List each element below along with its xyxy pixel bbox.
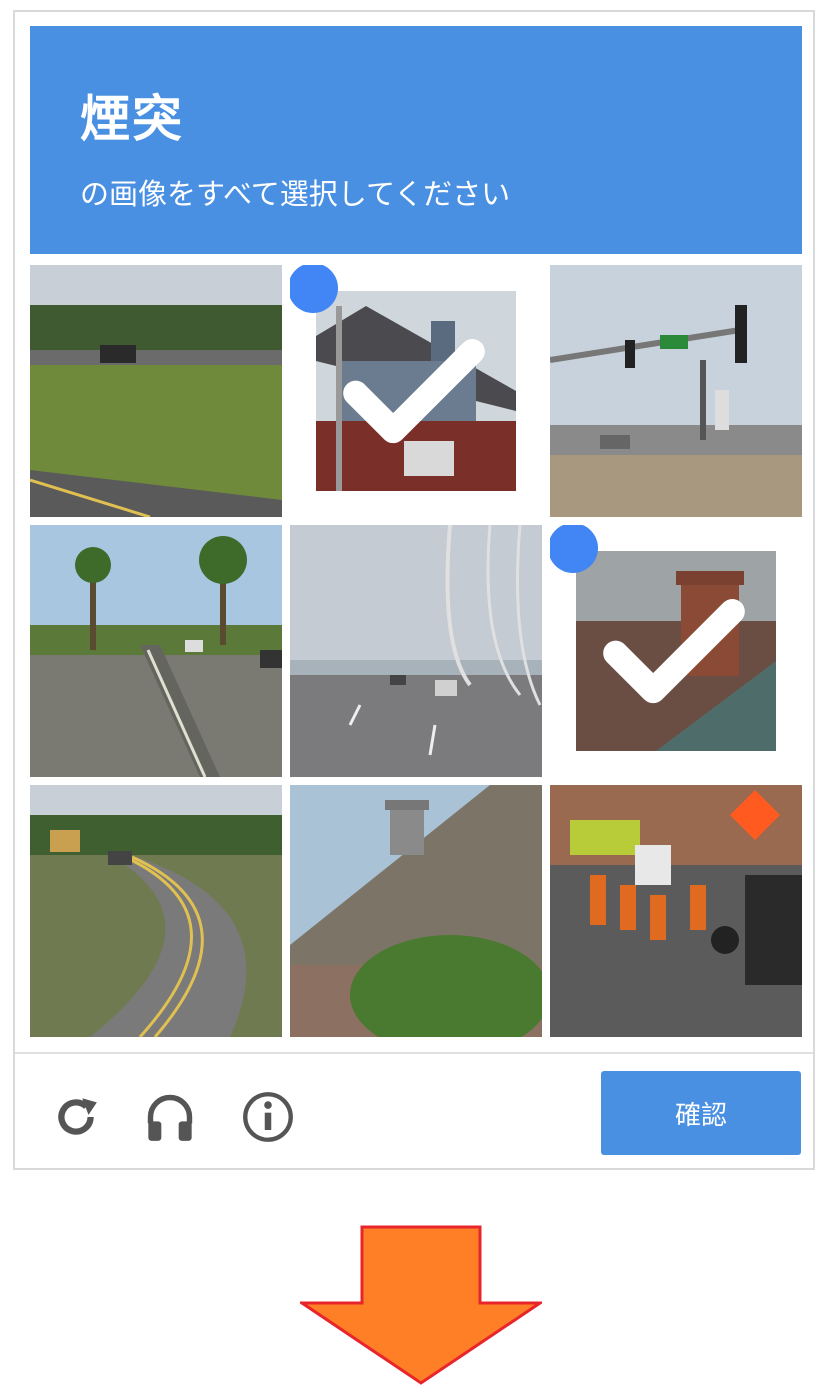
tile-image xyxy=(290,785,542,1037)
tile-image xyxy=(290,525,542,777)
image-tile-7[interactable] xyxy=(30,785,282,1037)
tile-image xyxy=(30,525,282,777)
instruction-text: の画像をすべて選択してください xyxy=(80,177,511,211)
image-tile-4[interactable] xyxy=(30,525,282,777)
instruction-header: 煙突 の画像をすべて選択してください xyxy=(30,26,802,254)
tile-image xyxy=(30,265,282,517)
tile-image xyxy=(550,265,802,517)
image-tile-6[interactable] xyxy=(550,525,802,777)
footer-divider xyxy=(15,1052,813,1054)
reload-icon[interactable] xyxy=(48,1089,104,1145)
tile-image xyxy=(550,785,802,1037)
headphones-icon[interactable] xyxy=(142,1089,198,1145)
down-arrow-icon xyxy=(300,1225,542,1385)
tile-image xyxy=(30,785,282,1037)
image-tile-2[interactable] xyxy=(290,265,542,517)
verify-button[interactable]: 確認 xyxy=(601,1071,801,1155)
info-icon[interactable] xyxy=(240,1089,296,1145)
image-tile-3[interactable] xyxy=(550,265,802,517)
image-tile-9[interactable] xyxy=(550,785,802,1037)
image-grid xyxy=(30,265,802,1037)
image-tile-1[interactable] xyxy=(30,265,282,517)
target-object-title: 煙突 xyxy=(80,90,184,148)
image-tile-8[interactable] xyxy=(290,785,542,1037)
image-tile-5[interactable] xyxy=(290,525,542,777)
check-icon xyxy=(290,265,485,444)
check-icon xyxy=(550,525,745,704)
captcha-widget: 煙突 の画像をすべて選択してください 確認 xyxy=(13,10,815,1170)
